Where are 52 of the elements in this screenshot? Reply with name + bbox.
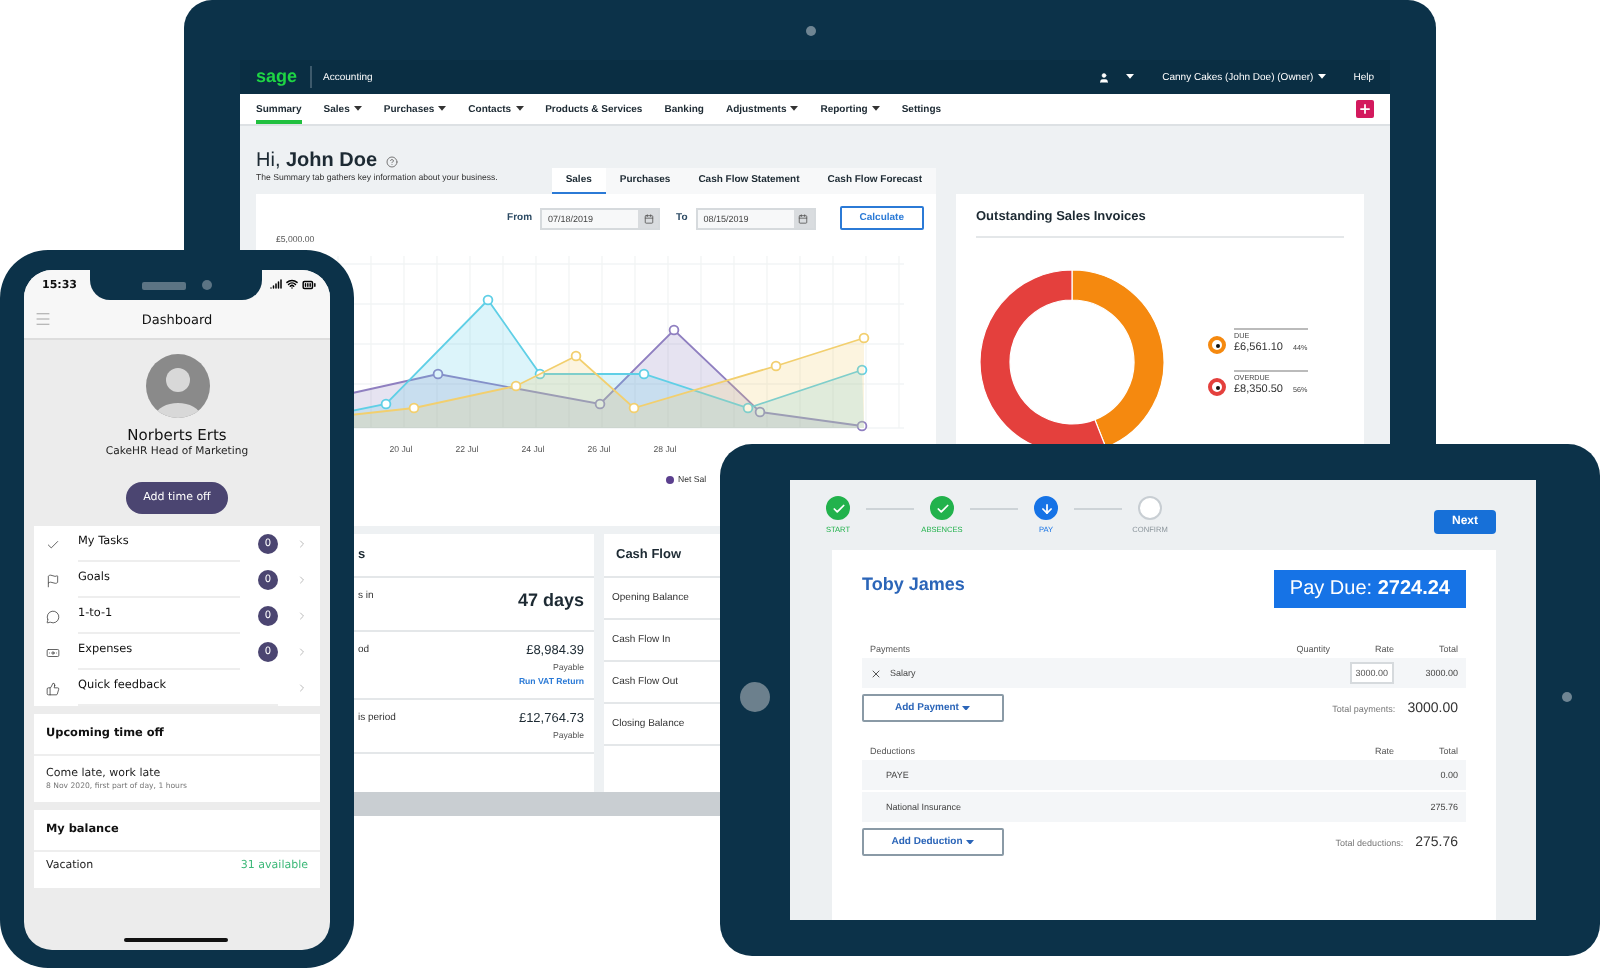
thumbs-up-icon <box>46 681 60 695</box>
add-button[interactable] <box>1356 100 1374 118</box>
data-point <box>638 368 650 380</box>
step-indicator <box>930 496 954 520</box>
data-point <box>858 332 870 344</box>
remove-icon[interactable] <box>870 667 882 679</box>
avatar <box>145 354 209 418</box>
data-point <box>408 402 420 414</box>
data-point <box>856 420 868 432</box>
speech-bubble-icon <box>46 609 60 623</box>
chevron-icon <box>296 682 308 694</box>
flag-icon <box>46 573 60 587</box>
pay-due-banner: Pay Due: 2724.24 <box>1273 570 1466 608</box>
camera-dot <box>806 26 816 36</box>
chevron-icon <box>296 574 308 586</box>
data-point <box>770 360 782 372</box>
legend-dot <box>666 475 674 483</box>
row-value: 47 days <box>517 590 584 610</box>
home-button[interactable] <box>740 682 770 712</box>
data-point <box>628 402 640 414</box>
data-point <box>668 324 680 336</box>
data-point <box>534 368 546 380</box>
calendar-icon[interactable] <box>643 213 654 223</box>
caret-icon <box>1126 74 1135 80</box>
caret-icon <box>962 705 971 711</box>
greeting: Hi, John Doe <box>256 150 378 172</box>
data-point <box>432 368 444 380</box>
data-point <box>594 398 606 410</box>
step-indicator <box>826 496 850 520</box>
banknote-icon <box>46 645 60 659</box>
step-indicator <box>1138 496 1162 520</box>
data-point <box>856 364 868 376</box>
user-icon[interactable] <box>1098 71 1111 83</box>
step-indicator <box>1034 496 1058 520</box>
chevron-icon <box>296 646 308 658</box>
caret-icon <box>966 839 975 845</box>
data-point <box>510 380 522 392</box>
camera-dot <box>1562 692 1572 702</box>
logo[interactable]: sage <box>256 66 312 88</box>
caret-icon <box>1317 74 1326 80</box>
home-indicator <box>124 938 228 942</box>
signal-icon <box>270 278 282 290</box>
data-point <box>570 350 582 362</box>
check-icon <box>46 537 60 551</box>
data-point <box>482 294 494 306</box>
battery-icon <box>302 278 316 292</box>
calendar-icon[interactable] <box>798 213 809 223</box>
chevron-icon <box>296 610 308 622</box>
chevron-icon <box>296 538 308 550</box>
wifi-icon <box>286 278 298 290</box>
data-point <box>380 398 392 410</box>
help-icon[interactable] <box>385 155 398 167</box>
